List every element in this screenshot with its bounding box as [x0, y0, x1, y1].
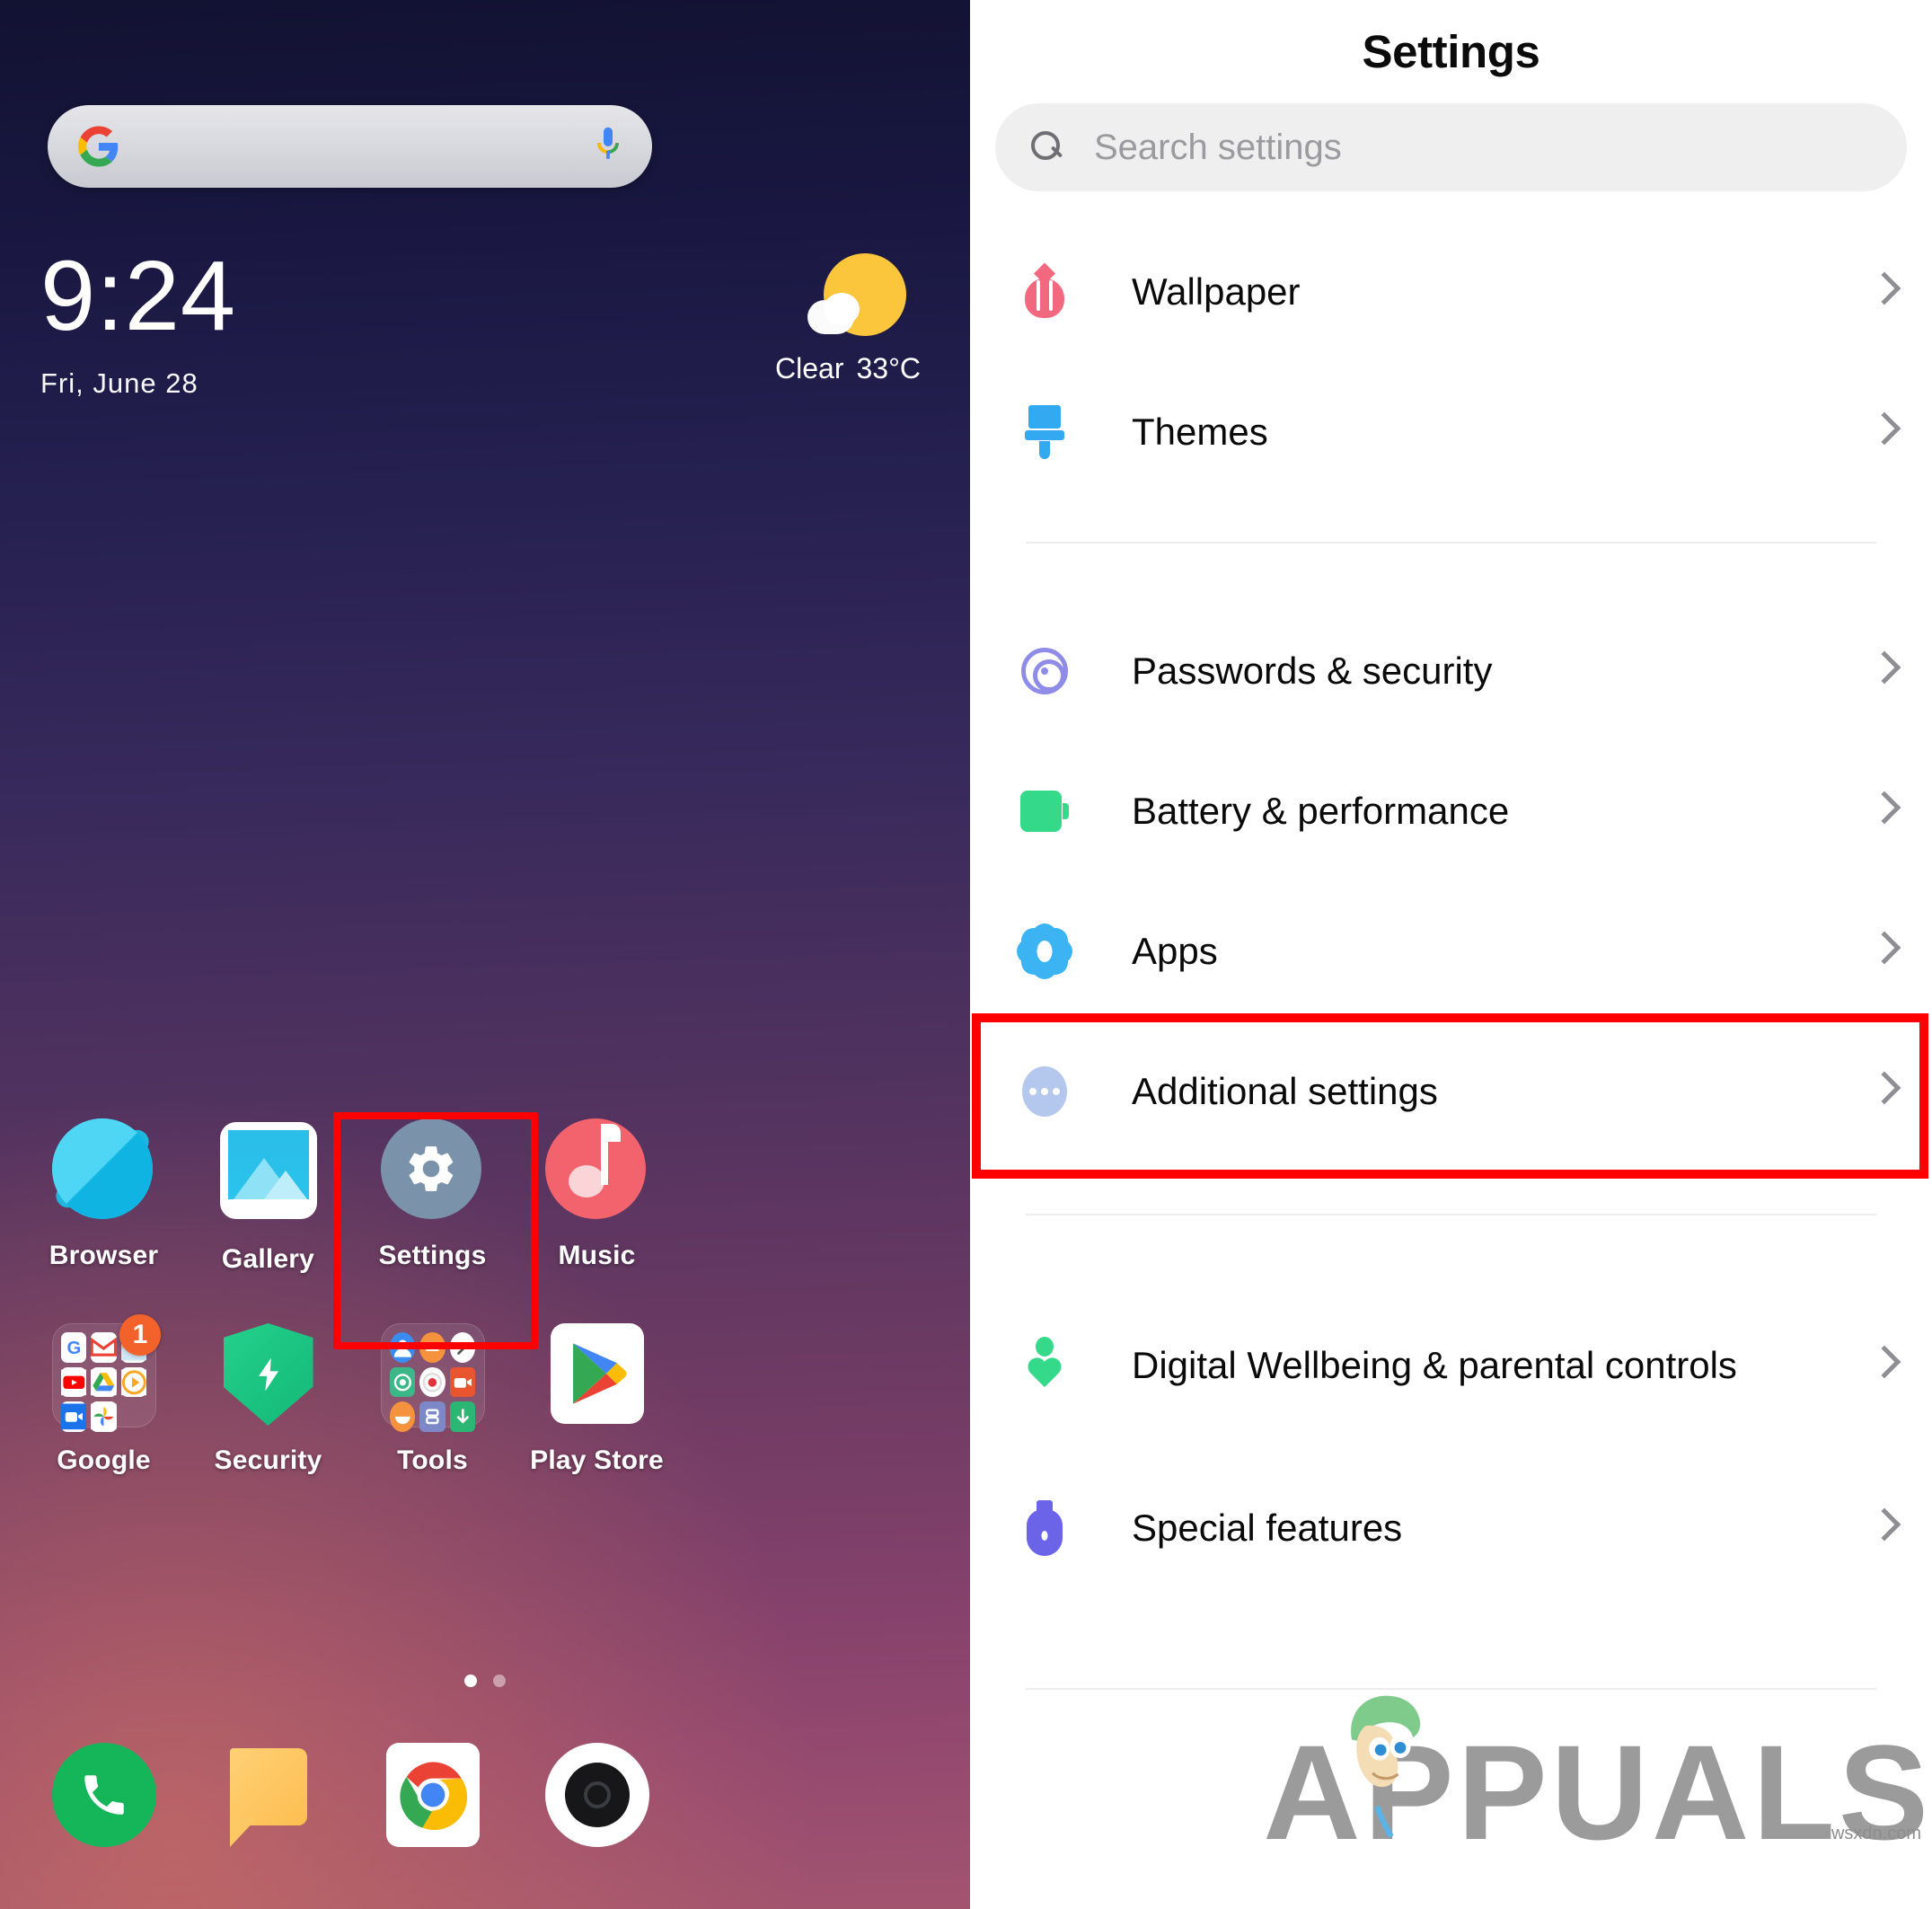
dock-messaging[interactable]	[186, 1743, 350, 1847]
weather-condition: Clear	[775, 352, 844, 384]
page-title: Settings	[1362, 26, 1540, 77]
fingerprint-icon	[1017, 648, 1072, 694]
home-dock	[0, 1743, 970, 1847]
page-indicator[interactable]	[0, 1675, 970, 1687]
settings-item-special-features[interactable]: Special features	[970, 1458, 1932, 1598]
mini-icon-play-music	[120, 1366, 147, 1398]
browser-planet-icon	[51, 1118, 156, 1223]
settings-item-wallpaper[interactable]: Wallpaper	[970, 222, 1932, 362]
clock-widget[interactable]: 9:24 Fri, June 28	[40, 241, 237, 400]
chevron-right-icon	[1871, 1509, 1892, 1547]
settings-item-apps[interactable]: Apps	[970, 881, 1932, 1021]
settings-item-battery-performance[interactable]: Battery & performance	[970, 741, 1932, 881]
section-divider	[1026, 1688, 1876, 1690]
music-note-icon	[544, 1118, 649, 1223]
settings-item-passwords-security[interactable]: Passwords & security	[970, 601, 1932, 741]
settings-item-themes[interactable]: Themes	[970, 362, 1932, 502]
battery-icon	[1017, 791, 1072, 832]
screenshot-root: 9:24 Fri, June 28 Clear 33°C Browser Gal…	[0, 0, 1932, 1909]
app-browser[interactable]: Browser	[22, 1118, 186, 1275]
app-label: Gallery	[221, 1244, 315, 1274]
settings-item-label: Wallpaper	[1132, 270, 1301, 314]
google-search-widget[interactable]	[48, 105, 652, 188]
settings-screen: Settings Search settings Wallpaper Theme…	[970, 0, 1932, 1909]
notification-badge: 1	[119, 1314, 161, 1356]
page-dot-2[interactable]	[493, 1675, 506, 1687]
app-label: Tools	[397, 1445, 468, 1475]
security-shield-icon	[216, 1323, 321, 1427]
mini-icon-gmail	[90, 1332, 118, 1363]
google-g-logo	[78, 126, 119, 167]
paintbrush-icon	[1017, 405, 1072, 459]
weather-text: Clear 33°C	[775, 352, 921, 385]
app-label: Music	[558, 1241, 636, 1270]
settings-item-label: Digital Wellbeing & parental controls	[1132, 1344, 1737, 1387]
search-placeholder: Search settings	[1094, 127, 1342, 167]
watermark-text: APPUALS	[1263, 1717, 1932, 1868]
mini-icon-screen-recorder	[449, 1366, 476, 1398]
mini-icon-photos	[91, 1401, 117, 1432]
clock-time: 9:24	[40, 241, 237, 351]
chevron-right-icon	[1871, 273, 1892, 311]
search-icon	[1031, 131, 1063, 164]
dock-chrome[interactable]	[350, 1743, 515, 1847]
app-music[interactable]: Music	[515, 1118, 679, 1275]
settings-item-label: Themes	[1132, 411, 1268, 454]
settings-item-label: Apps	[1132, 930, 1218, 973]
chevron-right-icon	[1871, 413, 1892, 451]
search-settings-input[interactable]: Search settings	[995, 103, 1907, 191]
microphone-icon[interactable]	[595, 126, 622, 167]
chrome-icon	[385, 1743, 480, 1847]
message-bubble-icon	[219, 1743, 318, 1847]
dock-camera[interactable]	[515, 1743, 679, 1847]
app-google-folder[interactable]: 1 G Google	[22, 1314, 186, 1476]
app-play-store[interactable]: Play Store	[515, 1323, 679, 1476]
mini-icon-drive	[91, 1366, 117, 1398]
clock-date: Fri, June 28	[40, 367, 198, 399]
vase-icon	[1017, 1500, 1072, 1556]
mini-icon-youtube	[60, 1366, 87, 1398]
page-dot-1[interactable]	[464, 1675, 477, 1687]
settings-list: Wallpaper Themes Passwords & security Ba…	[970, 197, 1932, 1690]
settings-item-label: Special features	[1132, 1507, 1403, 1550]
settings-item-digital-wellbeing[interactable]: Digital Wellbeing & parental controls	[970, 1273, 1932, 1458]
app-gallery[interactable]: Gallery	[186, 1118, 350, 1275]
android-home-screen: 9:24 Fri, June 28 Clear 33°C Browser Gal…	[0, 0, 970, 1909]
app-label: Play Store	[530, 1445, 664, 1475]
watermark-url: wsxdn.com	[1831, 1824, 1921, 1843]
chevron-right-icon	[1871, 932, 1892, 970]
app-label: Browser	[49, 1241, 159, 1270]
play-store-icon	[545, 1323, 649, 1427]
app-label: Google	[57, 1445, 151, 1475]
mini-icon-downloads	[449, 1401, 476, 1433]
weather-temperature: 33°C	[856, 352, 922, 384]
dock-phone[interactable]	[22, 1743, 186, 1847]
chevron-right-icon	[1871, 1347, 1892, 1384]
svg-text:G: G	[66, 1339, 81, 1358]
mini-icon-duo	[60, 1401, 87, 1432]
apps-flower-icon	[1011, 918, 1078, 985]
appuals-mascot-icon	[1326, 1677, 1442, 1839]
apps-row-highlight-box	[972, 1013, 1928, 1179]
tulip-icon	[1017, 262, 1072, 318]
gallery-photo-icon	[216, 1122, 321, 1226]
wellbeing-heart-icon	[1017, 1337, 1072, 1394]
settings-item-label: Passwords & security	[1132, 650, 1493, 693]
mini-icon-compass	[389, 1401, 416, 1433]
mini-icon-cleaner	[419, 1401, 446, 1433]
chevron-right-icon	[1871, 792, 1892, 830]
camera-lens-icon	[544, 1743, 649, 1847]
settings-item-label: Battery & performance	[1132, 790, 1510, 833]
mini-icon-recorder	[419, 1366, 446, 1398]
watermark: APPUALS wsxdn.com	[1263, 1695, 1932, 1868]
phone-handset-icon	[51, 1743, 156, 1847]
weather-widget[interactable]: Clear 33°C	[775, 253, 921, 385]
app-label: Security	[214, 1445, 322, 1475]
mini-icon-google: G	[60, 1332, 87, 1363]
settings-app-highlight-box	[333, 1112, 538, 1349]
sun-behind-cloud-icon	[781, 253, 915, 343]
app-security[interactable]: Security	[186, 1323, 350, 1476]
chevron-right-icon	[1871, 652, 1892, 690]
mini-icon-scanner	[389, 1366, 416, 1398]
